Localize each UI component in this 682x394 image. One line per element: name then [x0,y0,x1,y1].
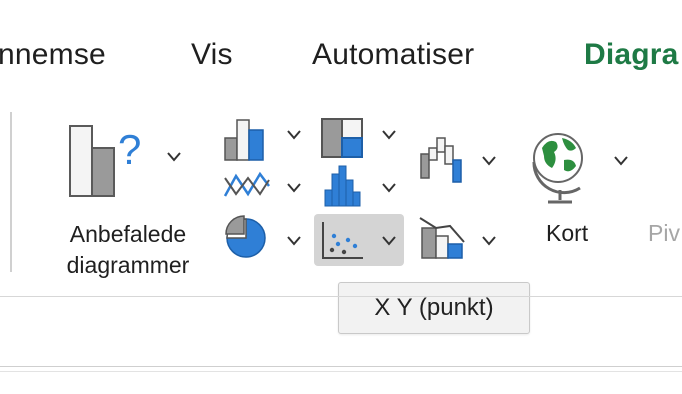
treemap-chart-chevron-icon[interactable] [382,130,396,140]
waterfall-chart-icon[interactable] [418,136,468,189]
recommended-charts-label: Anbefalede diagrammer [66,221,190,278]
globe-icon [532,133,583,204]
column-chart-icon[interactable] [222,116,272,167]
svg-text:?: ? [118,126,141,173]
pie-chart-icon[interactable] [222,212,272,265]
sheet-top-divider [0,371,682,372]
recommended-charts-chevron-icon[interactable] [167,152,181,162]
formula-bar-divider [0,366,682,367]
statistic-chart-icon[interactable] [322,164,366,215]
tab-diagram[interactable]: Diagra [584,38,679,72]
pie-chart-chevron-icon[interactable] [287,236,301,246]
line-chart-icon[interactable] [222,168,272,209]
pivot-chart-label: Piv [648,220,680,246]
combo-chart-icon[interactable] [418,214,468,267]
waterfall-chart-chevron-icon[interactable] [482,156,496,166]
treemap-chart-icon[interactable] [320,116,368,165]
map-chart-button[interactable] [522,118,602,213]
ribbon-separator [10,112,12,272]
ribbon-bottom-divider [0,296,682,297]
map-chart-chevron-icon[interactable] [614,156,628,166]
scatter-chart-chevron-icon[interactable] [382,236,396,246]
map-chart-label: Kort [546,220,589,246]
tab-vis[interactable]: Vis [191,38,233,72]
statistic-chart-chevron-icon[interactable] [382,183,396,193]
scatter-chart-icon[interactable] [320,220,366,267]
combo-chart-chevron-icon[interactable] [482,236,496,246]
tab-gennemse[interactable]: nnemse [0,38,106,72]
line-chart-chevron-icon[interactable] [287,183,301,193]
tab-automatiser[interactable]: Automatiser [312,38,474,72]
column-chart-chevron-icon[interactable] [287,130,301,140]
tooltip: X Y (punkt) [338,282,530,334]
